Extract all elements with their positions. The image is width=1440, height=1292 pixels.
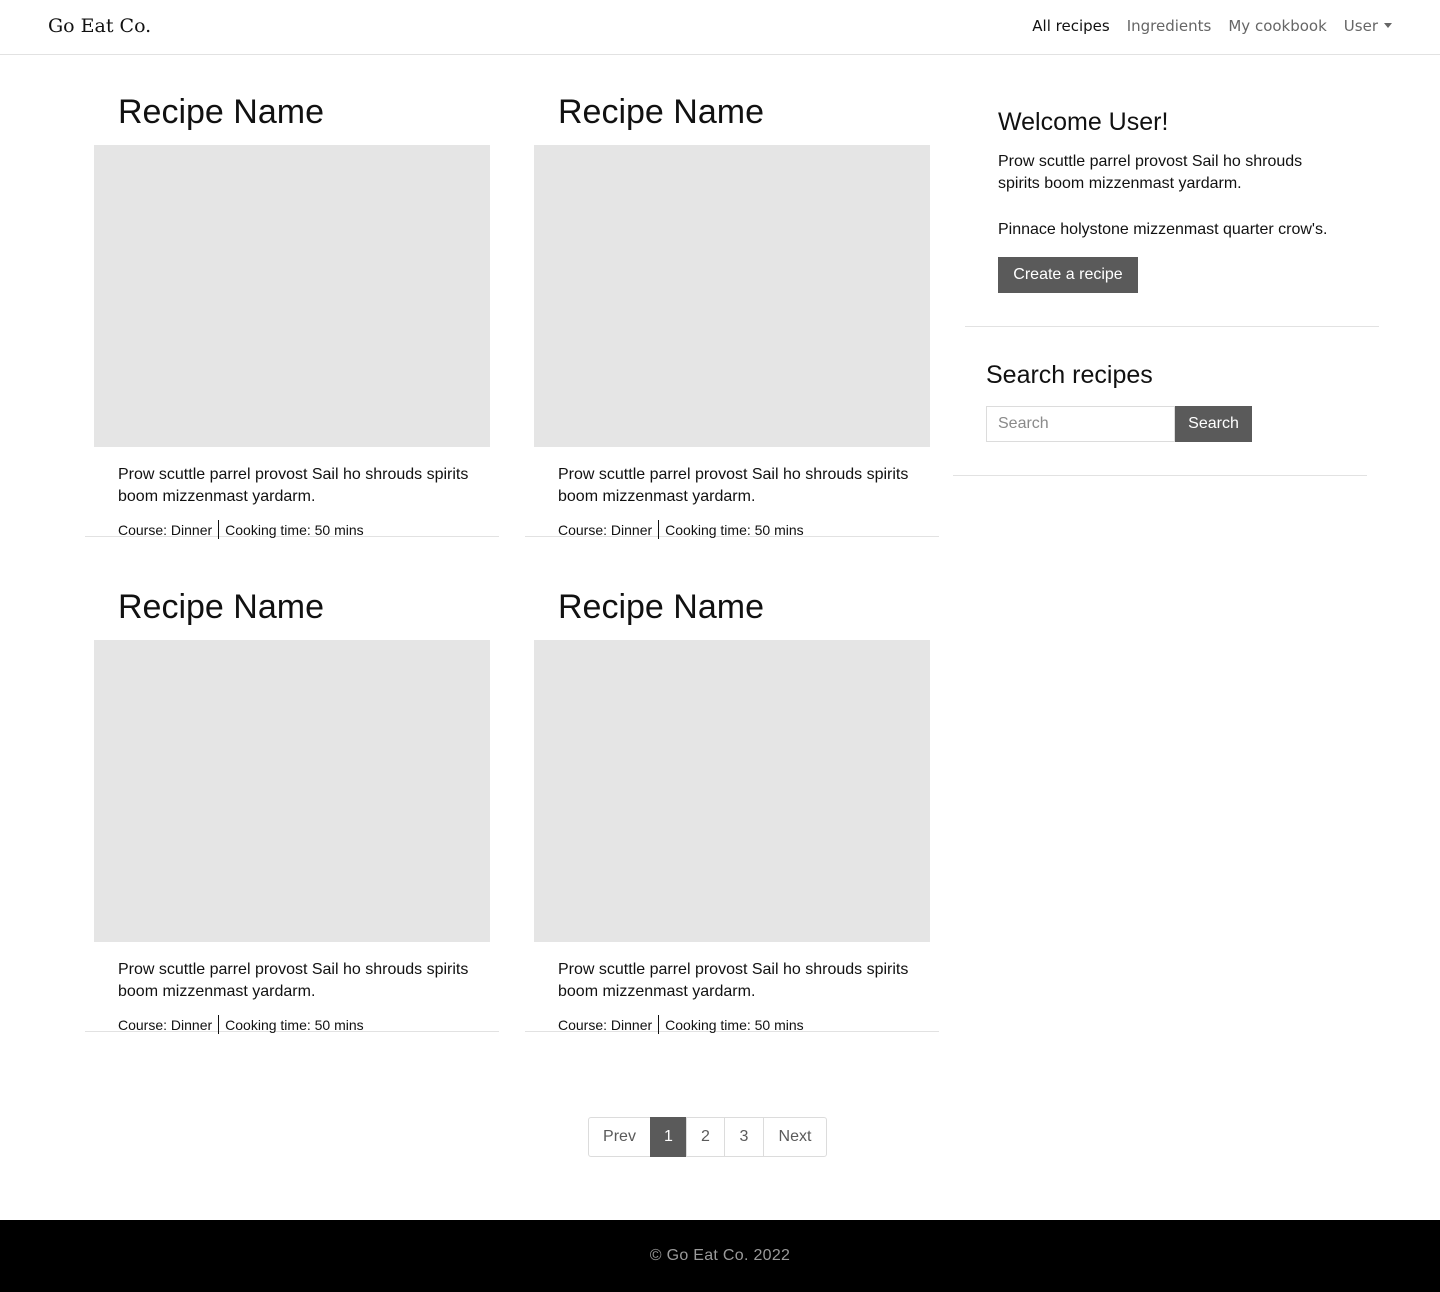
nav-all-recipes[interactable]: All recipes bbox=[1032, 17, 1109, 35]
recipe-card[interactable]: Recipe Name Prow scuttle parrel provost … bbox=[85, 55, 499, 539]
recipe-meta: Course: Dinner Cooking time: 50 mins bbox=[558, 520, 804, 539]
pagination: Prev 1 2 3 Next bbox=[588, 1117, 827, 1157]
recipe-title[interactable]: Recipe Name bbox=[118, 590, 324, 624]
footer-copyright: © Go Eat Co. 2022 bbox=[649, 1247, 791, 1264]
search-panel: Search recipes Search bbox=[953, 327, 1367, 476]
search-button[interactable]: Search bbox=[1175, 406, 1252, 442]
welcome-text: Prow scuttle parrel provost Sail ho shro… bbox=[998, 153, 1303, 192]
nav-user-dropdown[interactable]: User bbox=[1344, 17, 1392, 35]
recipe-description: Prow scuttle parrel provost Sail ho shro… bbox=[558, 466, 909, 505]
recipe-title[interactable]: Recipe Name bbox=[558, 590, 764, 624]
main-nav: All recipes Ingredients My cookbook User bbox=[1032, 17, 1392, 35]
recipe-meta: Course: Dinner Cooking time: 50 mins bbox=[118, 520, 364, 539]
recipe-meta: Course: Dinner Cooking time: 50 mins bbox=[558, 1015, 804, 1034]
recipe-image-placeholder[interactable] bbox=[534, 640, 930, 942]
pagination-page-2[interactable]: 2 bbox=[686, 1117, 725, 1157]
recipe-cooking-time: Cooking time: 50 mins bbox=[225, 521, 364, 538]
recipe-cooking-time: Cooking time: 50 mins bbox=[665, 521, 804, 538]
pagination-prev[interactable]: Prev bbox=[588, 1117, 651, 1157]
recipe-course: Course: Dinner bbox=[118, 1016, 213, 1033]
welcome-panel: Welcome User! Prow scuttle parrel provos… bbox=[965, 55, 1379, 327]
recipe-description: Prow scuttle parrel provost Sail ho shro… bbox=[118, 466, 469, 505]
recipe-image-placeholder[interactable] bbox=[94, 145, 490, 447]
recipe-card[interactable]: Recipe Name Prow scuttle parrel provost … bbox=[525, 550, 939, 1034]
meta-divider bbox=[218, 1015, 220, 1034]
welcome-title: Welcome User! bbox=[998, 108, 1169, 136]
meta-divider bbox=[218, 520, 220, 539]
pagination-page-1[interactable]: 1 bbox=[650, 1117, 687, 1157]
recipe-image-placeholder[interactable] bbox=[534, 145, 930, 447]
recipe-card[interactable]: Recipe Name Prow scuttle parrel provost … bbox=[85, 550, 499, 1034]
nav-user-label: User bbox=[1343, 17, 1378, 35]
recipe-cooking-time: Cooking time: 50 mins bbox=[665, 1016, 804, 1033]
nav-my-cookbook[interactable]: My cookbook bbox=[1228, 17, 1326, 35]
recipe-meta: Course: Dinner Cooking time: 50 mins bbox=[118, 1015, 364, 1034]
recipe-course: Course: Dinner bbox=[118, 521, 213, 538]
recipe-description: Prow scuttle parrel provost Sail ho shro… bbox=[118, 961, 469, 1000]
page-footer: © Go Eat Co. 2022 bbox=[0, 1220, 1440, 1292]
meta-divider bbox=[658, 520, 660, 539]
recipe-course: Course: Dinner bbox=[558, 1016, 653, 1033]
create-recipe-button[interactable]: Create a recipe bbox=[998, 257, 1138, 293]
recipe-cooking-time: Cooking time: 50 mins bbox=[225, 1016, 364, 1033]
recipe-card[interactable]: Recipe Name Prow scuttle parrel provost … bbox=[525, 55, 939, 539]
search-input[interactable] bbox=[986, 406, 1175, 442]
recipe-title[interactable]: Recipe Name bbox=[118, 95, 324, 129]
search-title: Search recipes bbox=[986, 361, 1153, 389]
pagination-next[interactable]: Next bbox=[763, 1117, 827, 1157]
pagination-page-3[interactable]: 3 bbox=[724, 1117, 764, 1157]
recipe-image-placeholder[interactable] bbox=[94, 640, 490, 942]
meta-divider bbox=[658, 1015, 660, 1034]
recipe-description: Prow scuttle parrel provost Sail ho shro… bbox=[558, 961, 909, 1000]
recipe-course: Course: Dinner bbox=[558, 521, 653, 538]
nav-ingredients[interactable]: Ingredients bbox=[1127, 17, 1212, 35]
brand-logo[interactable]: Go Eat Co. bbox=[48, 15, 151, 37]
welcome-subtext: Pinnace holystone mizzenmast quarter cro… bbox=[998, 221, 1328, 238]
recipe-title[interactable]: Recipe Name bbox=[558, 95, 764, 129]
caret-down-icon bbox=[1384, 23, 1392, 28]
top-navbar: Go Eat Co. All recipes Ingredients My co… bbox=[0, 0, 1440, 55]
